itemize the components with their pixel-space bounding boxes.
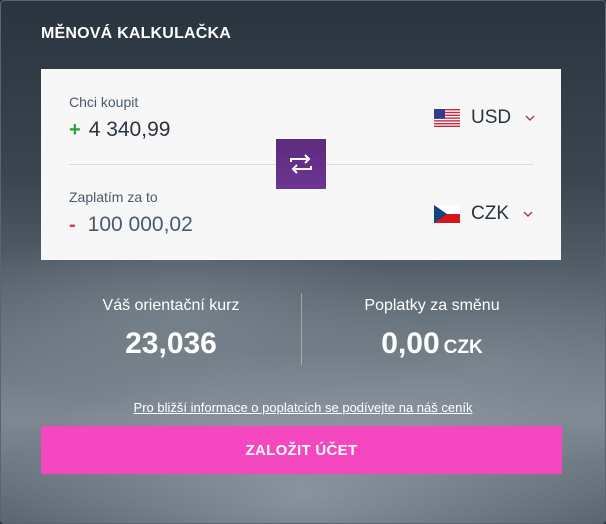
sell-label: Zaplatím za to [69,189,158,205]
fees-info-link[interactable]: Pro bližší informace o poplatcích se pod… [1,400,605,415]
rate-label: Váš orientační kurz [102,297,240,314]
create-account-button[interactable]: ZALOŽIT ÚČET [41,426,562,474]
sell-currency-select[interactable]: CZK [434,203,533,225]
buy-currency-select[interactable]: USD [434,107,535,129]
buy-sign: + [69,119,81,141]
fees-value-line: 0,00 CZK [302,327,562,361]
sell-amount-field[interactable]: -100 000,02 [69,213,193,237]
swap-arrows-icon [290,154,312,174]
fees-stat: Poplatky za směnu 0,00 CZK [302,297,562,361]
currency-calculator-widget: MĚNOVÁ KALKULAČKA Chci koupit +4 340,99 … [0,0,606,524]
sell-sign: - [69,214,76,236]
buy-label: Chci koupit [69,94,139,110]
chevron-down-icon [523,211,533,217]
buy-currency-code: USD [471,107,512,128]
fees-unit: CZK [443,337,483,358]
swap-currencies-button[interactable] [276,139,326,189]
us-flag-icon [434,109,460,127]
cz-flag-icon [434,205,460,223]
rate-value: 23,036 [125,327,217,360]
exchange-rate-stat: Váš orientační kurz 23,036 [41,297,301,361]
widget-title: MĚNOVÁ KALKULAČKA [41,25,232,42]
buy-amount-value: 4 340,99 [88,118,171,141]
fees-label: Poplatky za směnu [364,297,500,314]
chevron-down-icon [525,115,535,121]
exchange-card: Chci koupit +4 340,99 USD Zaplatím za to… [41,69,561,260]
sell-amount-value: 100 000,02 [87,213,193,236]
sell-currency-code: CZK [471,203,509,224]
buy-amount-field[interactable]: +4 340,99 [69,118,170,142]
fees-value: 0,00 [381,327,440,360]
